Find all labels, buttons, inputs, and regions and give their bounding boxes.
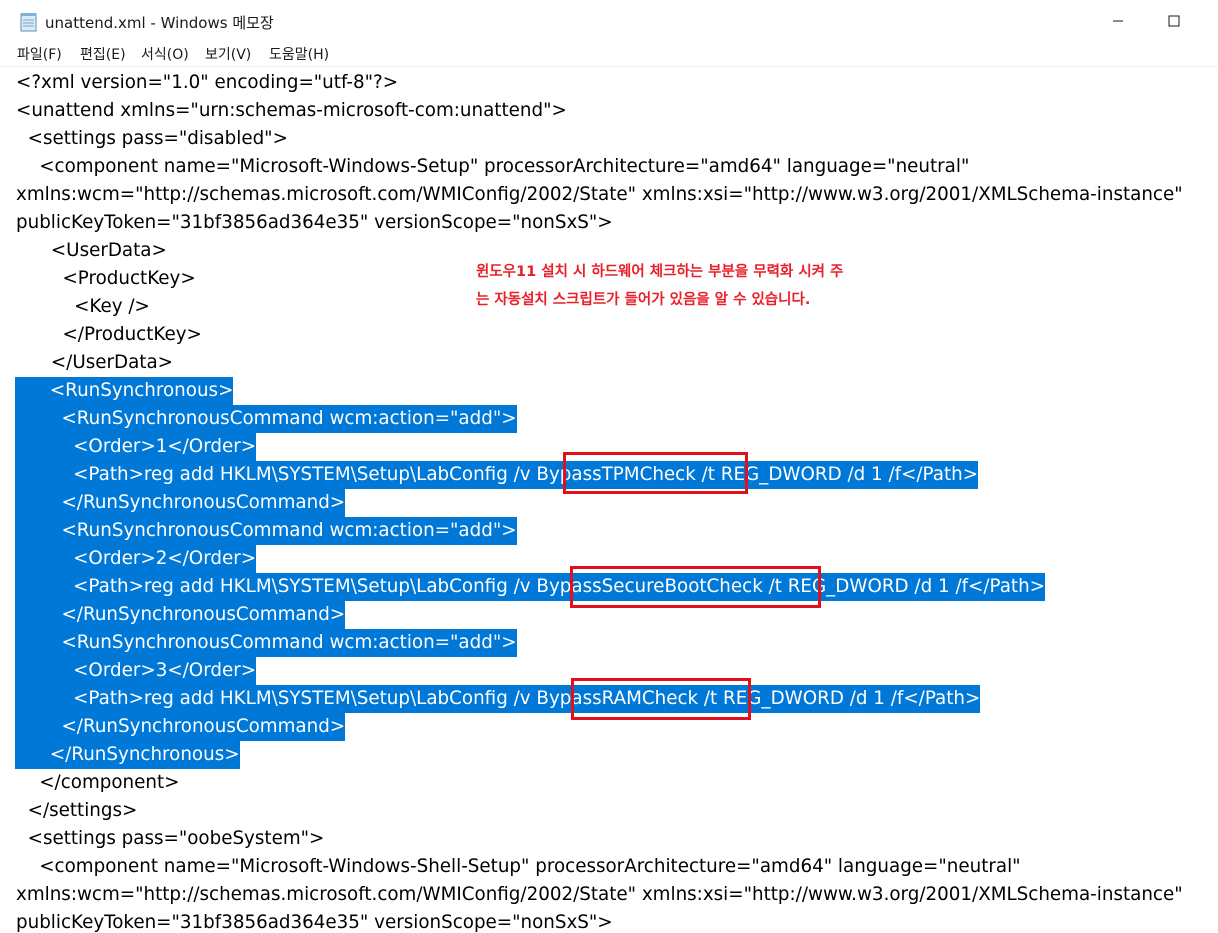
annotation-note: 윈도우11 설치 시 하드웨어 체크하는 부분을 무력화 시켜 주 는 자동설치…: [476, 258, 926, 314]
minimize-icon: [1113, 20, 1123, 22]
code-line: <UserData>: [16, 240, 167, 261]
code-line: </component>: [16, 772, 180, 793]
selected-code-line: <RunSynchronousCommand wcm:action="add">: [15, 517, 517, 545]
code-line: xmlns:wcm="http://schemas.microsoft.com/…: [16, 884, 1183, 905]
highlight-box-bypass-tpm: [563, 452, 748, 494]
highlight-box-bypass-secureboot: [570, 566, 821, 608]
selected-code-line: <RunSynchronousCommand wcm:action="add">: [15, 629, 517, 657]
title-bar[interactable]: unattend.xml - Windows 메모장: [0, 0, 1218, 42]
selected-code-line: <Order>3</Order>: [15, 657, 257, 685]
selected-code-line: <Path>reg add HKLM\SYSTEM\Setup\LabConfi…: [15, 573, 1045, 601]
menu-view[interactable]: 보기(V): [205, 44, 251, 64]
code-line: </UserData>: [16, 352, 173, 373]
code-line: xmlns:wcm="http://schemas.microsoft.com/…: [16, 184, 1183, 205]
text-editor[interactable]: <?xml version="1.0" encoding="utf-8"?> <…: [0, 67, 1218, 933]
code-line: <component name="Microsoft-Windows-Shell…: [16, 856, 1021, 877]
selected-code-line: </RunSynchronousCommand>: [15, 713, 346, 741]
code-line: <settings pass="disabled">: [16, 128, 288, 149]
maximize-icon: [1168, 15, 1180, 27]
selected-code-line: <Order>1</Order>: [15, 433, 257, 461]
code-line: </settings>: [16, 800, 138, 821]
selected-code-line: <Order>2</Order>: [15, 545, 257, 573]
code-line: <component name="Microsoft-Windows-Setup…: [16, 156, 970, 177]
notepad-window: unattend.xml - Windows 메모장 파일(F) 편집(E) 서…: [0, 0, 1218, 933]
selected-code-line: <Path>reg add HKLM\SYSTEM\Setup\LabConfi…: [15, 685, 981, 713]
selected-code-line: </RunSynchronousCommand>: [15, 489, 346, 517]
code-line: publicKeyToken="31bf3856ad364e35" versio…: [16, 912, 613, 933]
minimize-button[interactable]: [1090, 0, 1146, 42]
annotation-line: 는 자동설치 스크립트가 들어가 있음을 알 수 있습니다.: [476, 292, 811, 308]
selected-code-line: <RunSynchronous>: [15, 377, 234, 405]
selected-code-line: </RunSynchronousCommand>: [15, 601, 346, 629]
window-title: unattend.xml - Windows 메모장: [45, 14, 274, 32]
menu-bar: 파일(F) 편집(E) 서식(O) 보기(V) 도움말(H): [0, 42, 1218, 67]
annotation-line: 윈도우11 설치 시 하드웨어 체크하는 부분을 무력화 시켜 주: [476, 264, 844, 280]
code-line: <ProductKey>: [16, 268, 196, 289]
code-line: <Key />: [16, 296, 150, 317]
code-line: <?xml version="1.0" encoding="utf-8"?>: [16, 72, 399, 93]
code-line: <unattend xmlns="urn:schemas-microsoft-c…: [16, 100, 567, 121]
menu-format[interactable]: 서식(O): [141, 44, 189, 64]
selected-code-line: <Path>reg add HKLM\SYSTEM\Setup\LabConfi…: [15, 461, 979, 489]
maximize-button[interactable]: [1146, 0, 1202, 42]
notepad-icon: [20, 13, 37, 32]
selected-code-line: <RunSynchronousCommand wcm:action="add">: [15, 405, 517, 433]
menu-edit[interactable]: 편집(E): [80, 44, 126, 64]
selected-code-line: </RunSynchronous>: [15, 741, 240, 769]
highlight-box-bypass-ram: [571, 678, 751, 720]
code-line: publicKeyToken="31bf3856ad364e35" versio…: [16, 212, 613, 233]
code-line: <settings pass="oobeSystem">: [16, 828, 325, 849]
code-line: </ProductKey>: [16, 324, 202, 345]
menu-file[interactable]: 파일(F): [17, 44, 62, 64]
menu-help[interactable]: 도움말(H): [269, 44, 329, 64]
